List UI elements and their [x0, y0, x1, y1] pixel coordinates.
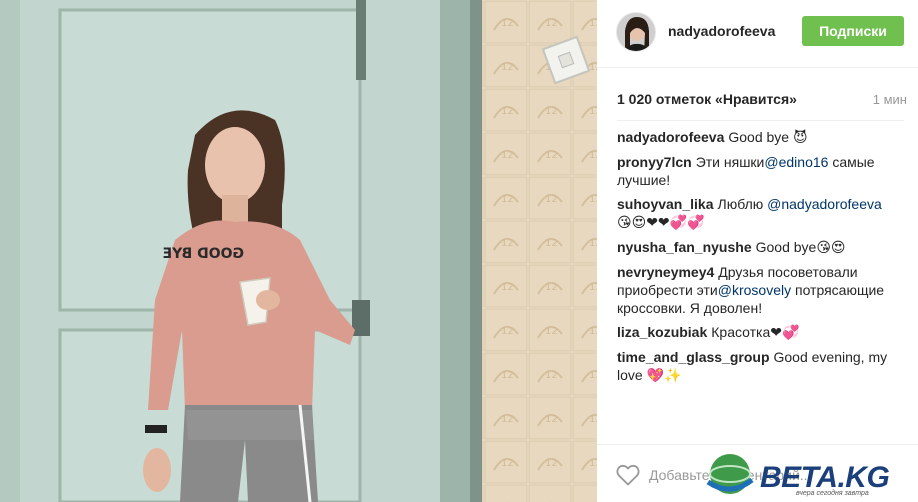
comment-item: suhoyvan_lika Люблю @nadyadorofeeva 😘😍❤❤💞💞	[617, 195, 907, 232]
shirt-text: GOOD BYE	[163, 246, 244, 262]
comment-author[interactable]: liza_kozubiak	[617, 324, 707, 340]
comment-mention[interactable]: @nadyadorofeeva	[767, 196, 882, 212]
post-header: nadyadorofeeva Подписки	[597, 0, 918, 68]
likes-row: 1 020 отметок «Нравится» 1 мин	[617, 91, 907, 111]
comment-item: nadyadorofeeva Good bye 😈	[617, 128, 907, 147]
heart-icon[interactable]	[616, 464, 640, 486]
globe-logo-icon	[706, 454, 754, 494]
post-timestamp[interactable]: 1 мин	[873, 92, 907, 107]
comment-author[interactable]: time_and_glass_group	[617, 349, 770, 365]
emoji-icon: ❤💞	[770, 325, 800, 341]
photo-illustration: 12 GOOD BYE	[0, 0, 597, 502]
comment-text: Good bye	[755, 239, 817, 255]
comment-text: Люблю	[717, 196, 768, 212]
comment-item: time_and_glass_group Good evening, my lov…	[617, 348, 907, 385]
comment-author[interactable]: nyusha_fan_nyushe	[617, 239, 752, 255]
avatar[interactable]	[616, 12, 656, 52]
comment-author[interactable]: pronyy7lcn	[617, 154, 692, 170]
comment-text: Good bye	[728, 129, 793, 145]
comment-item: nyusha_fan_nyushe Good bye😘😍	[617, 238, 907, 257]
post-photo[interactable]: 12 GOOD BYE	[0, 0, 597, 502]
comment-author[interactable]: nadyadorofeeva	[617, 129, 724, 145]
comment-list: nadyadorofeeva Good bye 😈 pronyy7lcn Эти н…	[617, 128, 907, 391]
divider	[617, 120, 904, 121]
watermark-tagline: вчера сегодня завтра	[796, 490, 869, 497]
comment-text: Красотка	[711, 324, 771, 340]
post-sidebar: nadyadorofeeva Подписки 1 020 отметок «Н…	[597, 0, 918, 502]
comment-author[interactable]: suhoyvan_lika	[617, 196, 714, 212]
emoji-icon: 😘😍❤❤💞💞	[617, 215, 705, 231]
likes-count[interactable]: 1 020 отметок «Нравится»	[617, 91, 797, 107]
following-button[interactable]: Подписки	[802, 16, 904, 46]
comment-text: Эти няшки	[695, 154, 765, 170]
post-author-username[interactable]: nadyadorofeeva	[668, 23, 775, 39]
comment-mention[interactable]: @edino16	[764, 154, 828, 170]
comment-author[interactable]: nevryneymey4	[617, 264, 714, 280]
emoji-icon: 💖✨	[646, 368, 682, 384]
comment-item: liza_kozubiak Красотка❤💞	[617, 323, 907, 342]
emoji-icon: 😘😍	[816, 240, 846, 256]
watermark: BETA.KG вчера сегодня завтра	[700, 452, 918, 502]
comment-item: nevryneymey4 Друзья посоветовали приобрес…	[617, 263, 907, 317]
comment-mention[interactable]: @krosovely	[718, 282, 791, 298]
emoji-icon: 😈	[792, 130, 808, 146]
comment-item: pronyy7lcn Эти няшки@edino16 самые лучшие…	[617, 153, 907, 189]
